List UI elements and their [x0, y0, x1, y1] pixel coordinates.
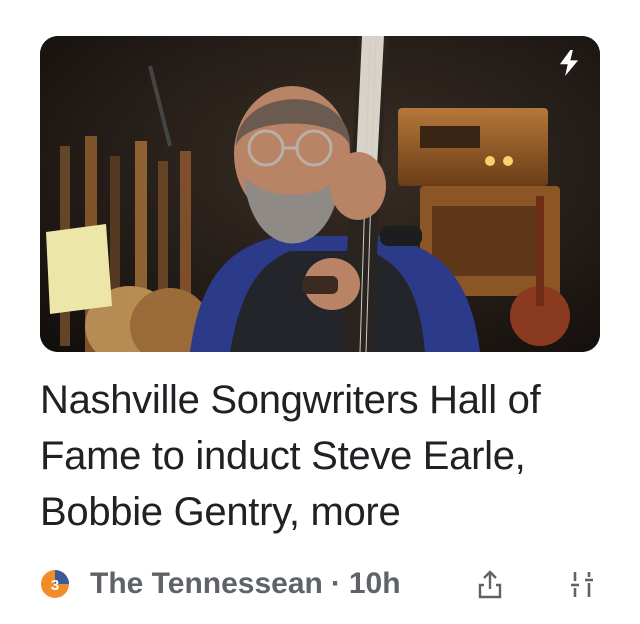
article-photo	[40, 36, 600, 352]
svg-text:3: 3	[51, 577, 59, 594]
meta-separator: ·	[330, 567, 341, 600]
share-icon	[478, 570, 502, 599]
article-meta: 3 The Tennessean · 10h	[40, 562, 600, 606]
article-age: 10h	[348, 567, 401, 600]
article-image[interactable]	[40, 36, 600, 352]
news-article-card[interactable]: Nashville Songwriters Hall of Fame to in…	[0, 0, 640, 624]
tune-icon	[571, 572, 593, 597]
share-button[interactable]	[472, 566, 508, 602]
tennessean-logo-icon: 3	[40, 569, 70, 599]
more-options-button[interactable]	[564, 566, 600, 602]
lightning-bolt-icon	[556, 50, 582, 76]
article-headline[interactable]: Nashville Songwriters Hall of Fame to in…	[40, 372, 600, 540]
publisher-name[interactable]: The Tennessean	[90, 567, 323, 601]
